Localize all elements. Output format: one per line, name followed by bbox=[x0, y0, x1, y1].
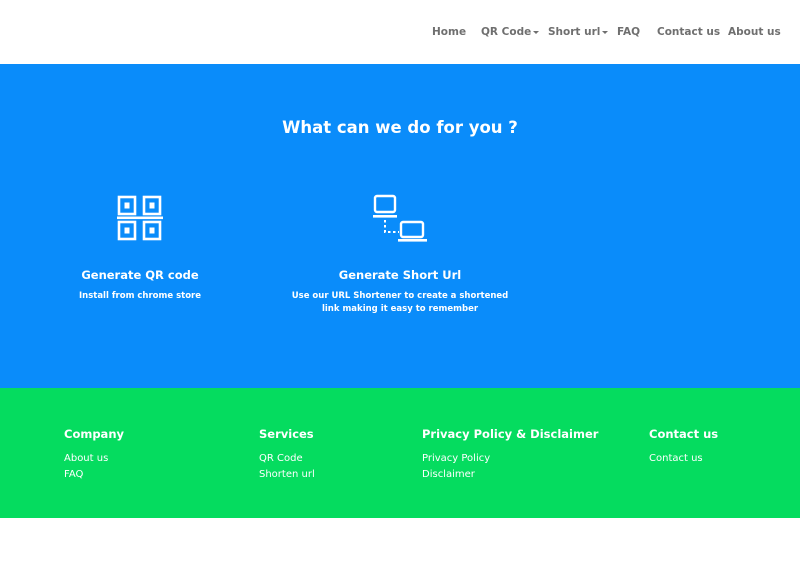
footer-column-contact: Contact us Contact us bbox=[649, 427, 718, 467]
services-hero: What can we do for you ? Generate QR cod… bbox=[0, 64, 800, 388]
service-description: Install from chrome store bbox=[40, 290, 240, 303]
service-description-line: Install from chrome store bbox=[78, 291, 202, 301]
footer-link-qr-code[interactable]: QR Code bbox=[259, 451, 315, 467]
nav-faq[interactable]: FAQ bbox=[617, 26, 640, 38]
caret-down-icon bbox=[533, 30, 540, 34]
footer-link-faq[interactable]: FAQ bbox=[64, 467, 124, 483]
nav-about-us[interactable]: About us bbox=[728, 26, 781, 38]
service-qr-code: Generate QR code Install from chrome sto… bbox=[40, 194, 240, 303]
page-bottom-spacer bbox=[0, 518, 800, 576]
footer-column-privacy: Privacy Policy & Disclaimer Privacy Poli… bbox=[422, 427, 598, 483]
footer-link-disclaimer[interactable]: Disclaimer bbox=[422, 467, 598, 483]
nav-short-url-label: Short url bbox=[548, 26, 601, 38]
nav-qr-code-dropdown[interactable]: QR Code bbox=[481, 26, 540, 38]
footer-heading: Privacy Policy & Disclaimer bbox=[422, 427, 599, 441]
link-devices-icon bbox=[373, 194, 427, 242]
footer-column-company: Company About us FAQ bbox=[64, 427, 124, 483]
hero-title: What can we do for you ? bbox=[282, 118, 518, 137]
footer-link-shorten-url[interactable]: Shorten url bbox=[259, 467, 315, 483]
footer: Company About us FAQ Services QR Code Sh… bbox=[0, 388, 800, 518]
footer-heading: Services bbox=[259, 427, 314, 441]
footer-heading: Contact us bbox=[649, 427, 719, 441]
top-navbar: Home QR Code Short url FAQ Contact us Ab… bbox=[0, 0, 800, 64]
footer-heading: Company bbox=[64, 427, 124, 441]
nav-short-url-dropdown[interactable]: Short url bbox=[548, 26, 609, 38]
nav-home[interactable]: Home bbox=[432, 26, 466, 38]
footer-link-about-us[interactable]: About us bbox=[64, 451, 124, 467]
service-title: Generate QR code bbox=[81, 268, 199, 282]
nav-qr-code-label: QR Code bbox=[481, 26, 532, 38]
service-description-line: link making it easy to remember bbox=[321, 304, 479, 314]
service-short-url: Generate Short Url Use our URL Shortener… bbox=[290, 194, 510, 316]
caret-down-icon bbox=[602, 30, 609, 34]
service-description: Use our URL Shortener to create a shorte… bbox=[290, 290, 510, 316]
footer-link-privacy-policy[interactable]: Privacy Policy bbox=[422, 451, 598, 467]
service-description-line: Use our URL Shortener to create a shorte… bbox=[291, 291, 509, 301]
nav-contact-us[interactable]: Contact us bbox=[657, 26, 720, 38]
qr-code-icon bbox=[117, 195, 163, 241]
service-title: Generate Short Url bbox=[338, 268, 462, 282]
footer-column-services: Services QR Code Shorten url bbox=[259, 427, 315, 483]
footer-link-contact-us[interactable]: Contact us bbox=[649, 451, 718, 467]
